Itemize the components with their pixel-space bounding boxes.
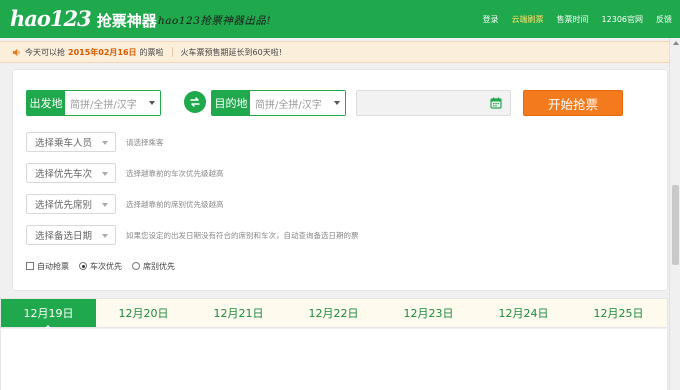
backup-date-hint: 如果您设定的出发日期没有符合的席别和车次，自动查询备选日期的票: [126, 230, 359, 240]
passenger-select-label: 选择乘车人员: [35, 138, 93, 149]
search-panel: 出发地 简拼/全拼/汉字 目的地 简拼/全拼/汉字 开始抢票 选择乘车人员 请选…: [12, 69, 668, 291]
notice-prefix: 今天可以抢: [25, 47, 65, 57]
chevron-down-icon: [102, 234, 108, 238]
departure-date-input[interactable]: [356, 90, 511, 116]
passenger-select[interactable]: 选择乘车人员: [26, 132, 116, 152]
auto-grab-checkbox[interactable]: [26, 262, 34, 270]
train-priority-hint: 选择越靠前的车次优先级越高: [126, 168, 224, 178]
from-chevron-down-icon: [149, 101, 155, 105]
passenger-hint: 请选择乘客: [126, 137, 164, 147]
notice-divider: [171, 47, 173, 57]
scroll-up-arrow-icon[interactable]: [673, 41, 679, 45]
mode-options: 自动抢票 车次优先 席别优先: [26, 259, 185, 273]
date-tab[interactable]: 12月21日: [191, 299, 286, 327]
seat-first-radio[interactable]: [132, 262, 140, 270]
logo[interactable]: hao123 抢票神器: [10, 6, 157, 32]
nav-login[interactable]: 登录: [483, 14, 499, 25]
from-station: 出发地 简拼/全拼/汉字: [26, 90, 161, 116]
backup-date-row: 选择备选日期 如果您设定的出发日期没有符合的席别和车次，自动查询备选日期的票: [26, 225, 359, 245]
date-tab[interactable]: 12月24日: [476, 299, 571, 327]
passenger-row: 选择乘车人员 请选择乘客: [26, 132, 164, 152]
nav-cloud-refresh[interactable]: 云端刷票: [512, 14, 544, 25]
from-station-input[interactable]: 简拼/全拼/汉字: [65, 91, 160, 115]
logo-mark: hao123: [10, 6, 92, 31]
chevron-down-icon: [102, 203, 108, 207]
to-station: 目的地 简拼/全拼/汉字: [211, 90, 346, 116]
to-station-input[interactable]: 简拼/全拼/汉字: [250, 91, 345, 115]
to-label: 目的地: [212, 91, 250, 115]
date-tab[interactable]: 12月22日: [286, 299, 381, 327]
backup-date-label: 选择备选日期: [35, 231, 93, 242]
train-priority-label: 选择优先车次: [35, 169, 93, 180]
nav-feedback[interactable]: 反馈: [656, 14, 672, 25]
backup-date-select[interactable]: 选择备选日期: [26, 225, 116, 245]
slogan: hao123抢票神器出品!: [158, 15, 272, 27]
notice-bar: 今天可以抢 2015年02月16日 的票啦 火车票预售期延长到60天啦!: [0, 41, 680, 63]
from-placeholder: 简拼/全拼/汉字: [70, 99, 137, 111]
date-tab[interactable]: 12月19日: [1, 299, 96, 328]
date-tab[interactable]: 12月20日: [96, 299, 191, 327]
swap-icon: [190, 97, 200, 107]
results-area: [0, 329, 668, 390]
top-header: hao123 抢票神器 hao123抢票神器出品! 登录 云端刷票 售票时间 1…: [0, 0, 680, 38]
train-first-label[interactable]: 车次优先: [90, 261, 122, 272]
speaker-icon: [12, 48, 20, 56]
train-first-radio[interactable]: [79, 262, 87, 270]
chevron-down-icon: [102, 141, 108, 145]
date-tab[interactable]: 12月23日: [381, 299, 476, 327]
nav-sale-time[interactable]: 售票时间: [557, 14, 589, 25]
seat-priority-select[interactable]: 选择优先席别: [26, 194, 116, 214]
notice-content: 今天可以抢 2015年02月16日 的票啦 火车票预售期延长到60天啦!: [12, 42, 282, 62]
to-placeholder: 简拼/全拼/汉字: [255, 99, 322, 111]
date-tabs: 12月19日 12月20日 12月21日 12月22日 12月23日 12月24…: [0, 298, 668, 328]
auto-grab-label[interactable]: 自动抢票: [37, 261, 69, 272]
nav-12306-site[interactable]: 12306官网: [602, 14, 643, 25]
start-grab-tickets-button[interactable]: 开始抢票: [523, 90, 623, 116]
page-scrollbar[interactable]: [669, 38, 680, 390]
calendar-icon[interactable]: [490, 97, 502, 109]
from-label: 出发地: [27, 91, 65, 115]
seat-priority-row: 选择优先席别 选择越靠前的席别优先级越高: [26, 194, 224, 214]
chevron-down-icon: [102, 172, 108, 176]
seat-priority-label: 选择优先席别: [35, 200, 93, 211]
swap-stations-button[interactable]: [184, 91, 206, 113]
top-nav: 登录 云端刷票 售票时间 12306官网 反馈: [483, 0, 680, 38]
seat-priority-hint: 选择越靠前的席别优先级越高: [126, 199, 224, 209]
notice-extra: 火车票预售期延长到60天啦!: [180, 47, 282, 57]
to-chevron-down-icon: [334, 101, 340, 105]
train-priority-select[interactable]: 选择优先车次: [26, 163, 116, 183]
train-priority-row: 选择优先车次 选择越靠前的车次优先级越高: [26, 163, 224, 183]
date-tab[interactable]: 12月25日: [571, 299, 666, 327]
notice-date: 2015年02月16日: [68, 47, 137, 57]
scroll-thumb[interactable]: [672, 185, 679, 265]
seat-first-label[interactable]: 席别优先: [143, 261, 175, 272]
logo-title: 抢票神器: [96, 12, 157, 30]
notice-suffix: 的票啦: [139, 47, 164, 57]
